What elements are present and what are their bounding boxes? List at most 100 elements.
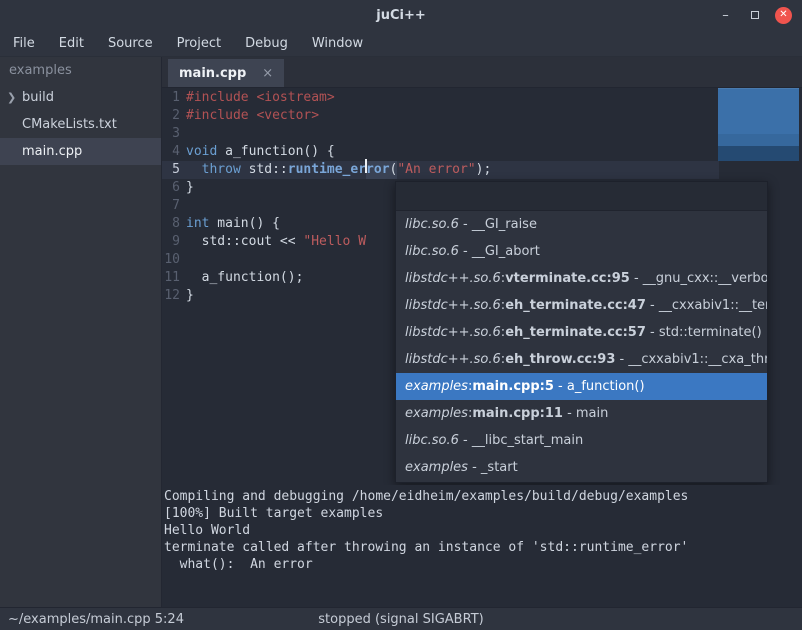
backtrace-item[interactable]: examples:main.cpp:11 - main: [396, 400, 767, 427]
app-window: juCi++ – ✕ FileEditSourceProjectDebugWin…: [0, 0, 802, 630]
menu-item-edit[interactable]: Edit: [47, 30, 96, 57]
menu-item-project[interactable]: Project: [165, 30, 233, 57]
file-line: main.cpp:5: [472, 379, 554, 394]
file-line: eh_terminate.cc:47: [505, 298, 646, 313]
frame-function: - __libc_start_main: [459, 433, 583, 448]
backtrace-item[interactable]: libc.so.6 - __GI_abort: [396, 238, 767, 265]
line-number: 8: [162, 215, 180, 233]
line-number: 7: [162, 197, 180, 215]
sidebar-item-main-cpp[interactable]: main.cpp: [0, 138, 161, 165]
module-name: libc.so.6: [405, 433, 459, 448]
line-number: 1: [162, 89, 180, 107]
frame-function: - std::terminate(): [646, 325, 762, 340]
backtrace-list: libc.so.6 - __GI_raiselibc.so.6 - __GI_a…: [396, 211, 767, 481]
line-number: 6: [162, 179, 180, 197]
backtrace-item[interactable]: examples:main.cpp:5 - a_function(): [396, 373, 767, 400]
popup-search-entry[interactable]: [396, 182, 767, 211]
file-label: main.cpp: [22, 138, 82, 165]
code-line-1[interactable]: 1#include <iostream>: [162, 89, 802, 107]
restore-button[interactable]: [746, 7, 763, 24]
sidebar-item-cmakelists-txt[interactable]: CMakeLists.txt: [0, 111, 161, 138]
file-line: eh_terminate.cc:57: [505, 325, 646, 340]
terminal-line: what(): An error: [164, 556, 802, 573]
file-line: vterminate.cc:95: [505, 271, 630, 286]
code-line-4[interactable]: 4void a_function() {: [162, 143, 802, 161]
frame-function: - __cxxabiv1::__tern: [646, 298, 767, 313]
file-list: ❯buildCMakeLists.txtmain.cpp: [0, 84, 161, 165]
file-line: eh_throw.cc:93: [505, 352, 615, 367]
menu-item-window[interactable]: Window: [300, 30, 375, 57]
close-icon: ✕: [779, 10, 787, 20]
terminal-line: terminate called after throwing an insta…: [164, 539, 802, 556]
module-name: libc.so.6: [405, 217, 459, 232]
close-button[interactable]: ✕: [775, 7, 792, 24]
titlebar: juCi++ – ✕: [0, 0, 802, 30]
line-number: 12: [162, 287, 180, 305]
text-cursor: [365, 159, 367, 173]
terminal-line: [100%] Built target examples: [164, 505, 802, 522]
main-area: examples ❯buildCMakeLists.txtmain.cpp ma…: [0, 57, 802, 607]
frame-function: - __gnu_cxx::__verbos: [630, 271, 767, 286]
line-number: 4: [162, 143, 180, 161]
tooltip-overlay-top: [718, 88, 799, 146]
terminal-output[interactable]: Compiling and debugging /home/eidheim/ex…: [162, 485, 802, 607]
module-name: libstdc++.so.6: [405, 352, 501, 367]
file-label: CMakeLists.txt: [22, 111, 117, 138]
module-name: examples: [405, 406, 468, 421]
backtrace-item[interactable]: libstdc++.so.6:eh_terminate.cc:47 - __cx…: [396, 292, 767, 319]
editor[interactable]: 1#include <iostream>2#include <vector>34…: [162, 88, 802, 485]
frame-function: - a_function(): [554, 379, 645, 394]
module-name: libc.so.6: [405, 244, 459, 259]
file-explorer: examples ❯buildCMakeLists.txtmain.cpp: [0, 57, 162, 607]
tab-main-cpp[interactable]: main.cpp ×: [168, 59, 284, 87]
frame-function: - _start: [468, 460, 518, 475]
module-name: libstdc++.so.6: [405, 271, 501, 286]
line-number: 5: [162, 161, 180, 179]
window-title: juCi++: [376, 8, 426, 23]
module-name: examples: [405, 460, 468, 475]
terminal-line: Compiling and debugging /home/eidheim/ex…: [164, 488, 802, 505]
backtrace-popup: libc.so.6 - __GI_raiselibc.so.6 - __GI_a…: [395, 181, 768, 483]
terminal-line: Hello World: [164, 522, 802, 539]
line-number: 9: [162, 233, 180, 251]
tab-close-icon[interactable]: ×: [262, 66, 273, 81]
menu-item-debug[interactable]: Debug: [233, 30, 300, 57]
tooltip-overlay-bottom: [718, 146, 799, 161]
backtrace-item[interactable]: libstdc++.so.6:eh_terminate.cc:57 - std:…: [396, 319, 767, 346]
line-number: 3: [162, 125, 180, 143]
backtrace-item[interactable]: libc.so.6 - __GI_raise: [396, 211, 767, 238]
menu-item-source[interactable]: Source: [96, 30, 165, 57]
module-name: examples: [405, 379, 468, 394]
backtrace-item[interactable]: libstdc++.so.6:eh_throw.cc:93 - __cxxabi…: [396, 346, 767, 373]
minimize-button[interactable]: –: [717, 7, 734, 24]
menu-item-file[interactable]: File: [1, 30, 47, 57]
tabbar: main.cpp ×: [162, 57, 802, 88]
code-line-3[interactable]: 3: [162, 125, 802, 143]
line-number: 2: [162, 107, 180, 125]
editor-column: main.cpp × 1#include <iostream>2#include…: [162, 57, 802, 607]
backtrace-item[interactable]: libc.so.6 - __libc_start_main: [396, 427, 767, 454]
code-line-2[interactable]: 2#include <vector>: [162, 107, 802, 125]
menubar: FileEditSourceProjectDebugWindow: [0, 30, 802, 57]
frame-function: - main: [563, 406, 608, 421]
code-line-5[interactable]: 5 throw std::runtime_error("An error");: [162, 161, 802, 179]
tab-label: main.cpp: [179, 66, 246, 81]
project-folder-header: examples: [0, 57, 161, 84]
tooltip-overlay: [718, 88, 799, 161]
frame-function: - __GI_raise: [459, 217, 537, 232]
statusbar: ~/examples/main.cpp 5:24 stopped (signal…: [0, 607, 802, 630]
line-number: 10: [162, 251, 180, 269]
frame-function: - __GI_abort: [459, 244, 540, 259]
backtrace-item[interactable]: examples - _start: [396, 454, 767, 481]
window-controls: – ✕: [717, 0, 792, 30]
file-line: main.cpp:11: [472, 406, 563, 421]
backtrace-item[interactable]: libstdc++.so.6:vterminate.cc:95 - __gnu_…: [396, 265, 767, 292]
frame-function: - __cxxabiv1::__cxa_thro: [615, 352, 767, 367]
statusbar-file-position: ~/examples/main.cpp 5:24: [8, 612, 184, 627]
sidebar-item-build[interactable]: ❯build: [0, 84, 161, 111]
file-label: build: [22, 84, 54, 111]
module-name: libstdc++.so.6: [405, 298, 501, 313]
line-number: 11: [162, 269, 180, 287]
chevron-right-icon: ❯: [7, 84, 16, 111]
restore-icon: [751, 11, 759, 19]
